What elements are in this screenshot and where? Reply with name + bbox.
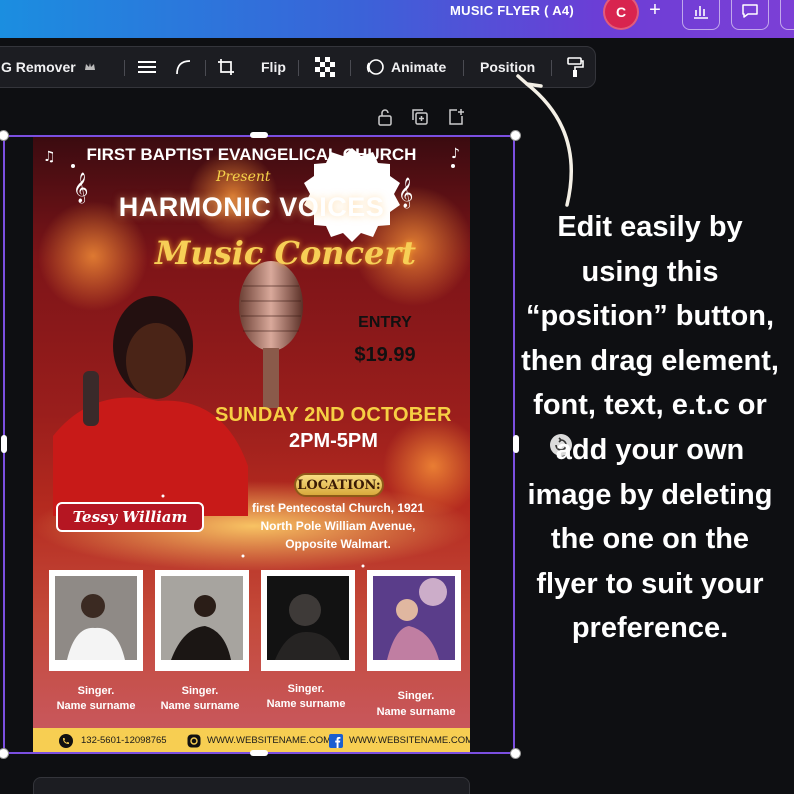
share-button[interactable] — [780, 0, 794, 30]
toolbar-divider — [350, 60, 351, 76]
location-label[interactable]: LOCATION: — [294, 473, 384, 497]
flyer-page[interactable]: 𝄞 𝄞 ♫ ♪ FIRST BAPTIST EVANGELICAL CHURCH… — [33, 136, 470, 753]
singer-name[interactable]: Name surname — [150, 699, 250, 714]
toolbar-divider — [298, 60, 299, 76]
phone-number: 132-5601-12098765 — [81, 735, 167, 746]
location-line[interactable]: North Pole William Avenue, — [238, 519, 438, 533]
analytics-button[interactable] — [682, 0, 720, 30]
transparency-icon — [315, 57, 335, 77]
present-text[interactable]: Present — [216, 169, 271, 185]
resize-handle-left[interactable] — [1, 435, 7, 453]
event-title[interactable]: HARMONIC VOICES — [33, 192, 470, 223]
flip-button[interactable]: Flip — [261, 47, 286, 87]
singer-photo-card[interactable] — [367, 570, 461, 671]
singer-photo-card[interactable] — [261, 570, 355, 671]
resize-handle-bottom-right[interactable] — [510, 748, 521, 759]
bg-remover-label: G Remover — [1, 59, 76, 75]
resize-handle-top-left[interactable] — [0, 130, 9, 141]
comment-icon — [742, 4, 758, 18]
animate-label: Animate — [391, 59, 447, 75]
phone-icon — [59, 733, 73, 748]
add-collaborator-button[interactable]: + — [644, 0, 666, 25]
facebook-url: WWW.WEBSITENAME.COM — [349, 735, 470, 746]
page-actions-bar[interactable] — [33, 777, 470, 794]
singer-role[interactable]: Singer. — [46, 684, 146, 699]
singer-photo — [161, 576, 243, 660]
animate-icon — [366, 59, 384, 75]
location-line[interactable]: Opposite Walmart. — [238, 537, 438, 551]
resize-handle-top[interactable] — [250, 132, 268, 138]
unlock-icon[interactable] — [376, 108, 394, 126]
crown-icon — [84, 63, 95, 70]
entry-price[interactable]: $19.99 — [336, 344, 434, 367]
curved-arrow-icon — [516, 74, 573, 207]
event-subtitle[interactable]: Music Concert — [155, 234, 416, 272]
toolbar-divider — [124, 60, 125, 76]
singer-name[interactable]: Name surname — [366, 705, 466, 720]
comment-button[interactable] — [731, 0, 769, 30]
singer-photo-card[interactable] — [49, 570, 143, 671]
duplicate-page-icon[interactable] — [411, 108, 429, 126]
add-page-icon[interactable] — [447, 108, 465, 126]
entry-label[interactable]: ENTRY — [336, 314, 434, 332]
instagram-icon — [187, 734, 201, 747]
event-time[interactable]: 2PM-5PM — [289, 430, 378, 453]
facebook-icon — [329, 733, 343, 748]
resize-handle-bottom-left[interactable] — [0, 748, 9, 759]
event-date[interactable]: SUNDAY 2ND OCTOBER — [215, 404, 452, 427]
church-name[interactable]: FIRST BAPTIST EVANGELICAL CHURCH — [33, 145, 470, 165]
footer-facebook: WWW.WEBSITENAME.COM — [329, 728, 470, 753]
toolbar-divider — [463, 60, 464, 76]
singer-photo — [373, 576, 455, 660]
singer-name[interactable]: Name surname — [46, 699, 146, 714]
singer-role[interactable]: Singer. — [256, 682, 356, 697]
crop-button[interactable] — [217, 47, 235, 87]
singer-photo — [55, 576, 137, 660]
user-avatar[interactable]: C — [603, 0, 639, 30]
corner-radius-icon — [176, 60, 191, 75]
toolbar-divider — [205, 60, 206, 76]
resize-handle-bottom[interactable] — [250, 750, 268, 756]
singer-photo — [267, 576, 349, 660]
singer-role[interactable]: Singer. — [150, 684, 250, 699]
document-title[interactable]: MUSIC FLYER ( A4) — [450, 3, 574, 18]
line-weight-icon — [138, 61, 156, 73]
crop-icon — [218, 59, 234, 75]
instagram-url: WWW.WEBSITENAME.COM — [207, 735, 332, 746]
instruction-text: Edit easily by using this “position” but… — [521, 211, 779, 645]
performer-name[interactable]: Tessy William — [56, 502, 204, 532]
singer-photo-card[interactable] — [155, 570, 249, 671]
animate-button[interactable]: Animate — [365, 47, 446, 87]
bar-chart-icon — [694, 6, 708, 19]
location-line[interactable]: first Pentecostal Church, 1921 — [238, 501, 438, 515]
editor-screen: MUSIC FLYER ( A4) C + G Remover Flip Ani… — [0, 0, 794, 794]
corner-rounding-button[interactable] — [175, 47, 191, 87]
singer-name[interactable]: Name surname — [256, 697, 356, 712]
line-style-button[interactable] — [137, 47, 157, 87]
footer-phone: 132-5601-12098765 — [59, 728, 167, 753]
top-bar: MUSIC FLYER ( A4) C + — [0, 0, 794, 38]
bg-remover-button[interactable]: G Remover — [1, 47, 96, 87]
transparency-button[interactable] — [315, 47, 335, 87]
singer-role[interactable]: Singer. — [366, 689, 466, 704]
